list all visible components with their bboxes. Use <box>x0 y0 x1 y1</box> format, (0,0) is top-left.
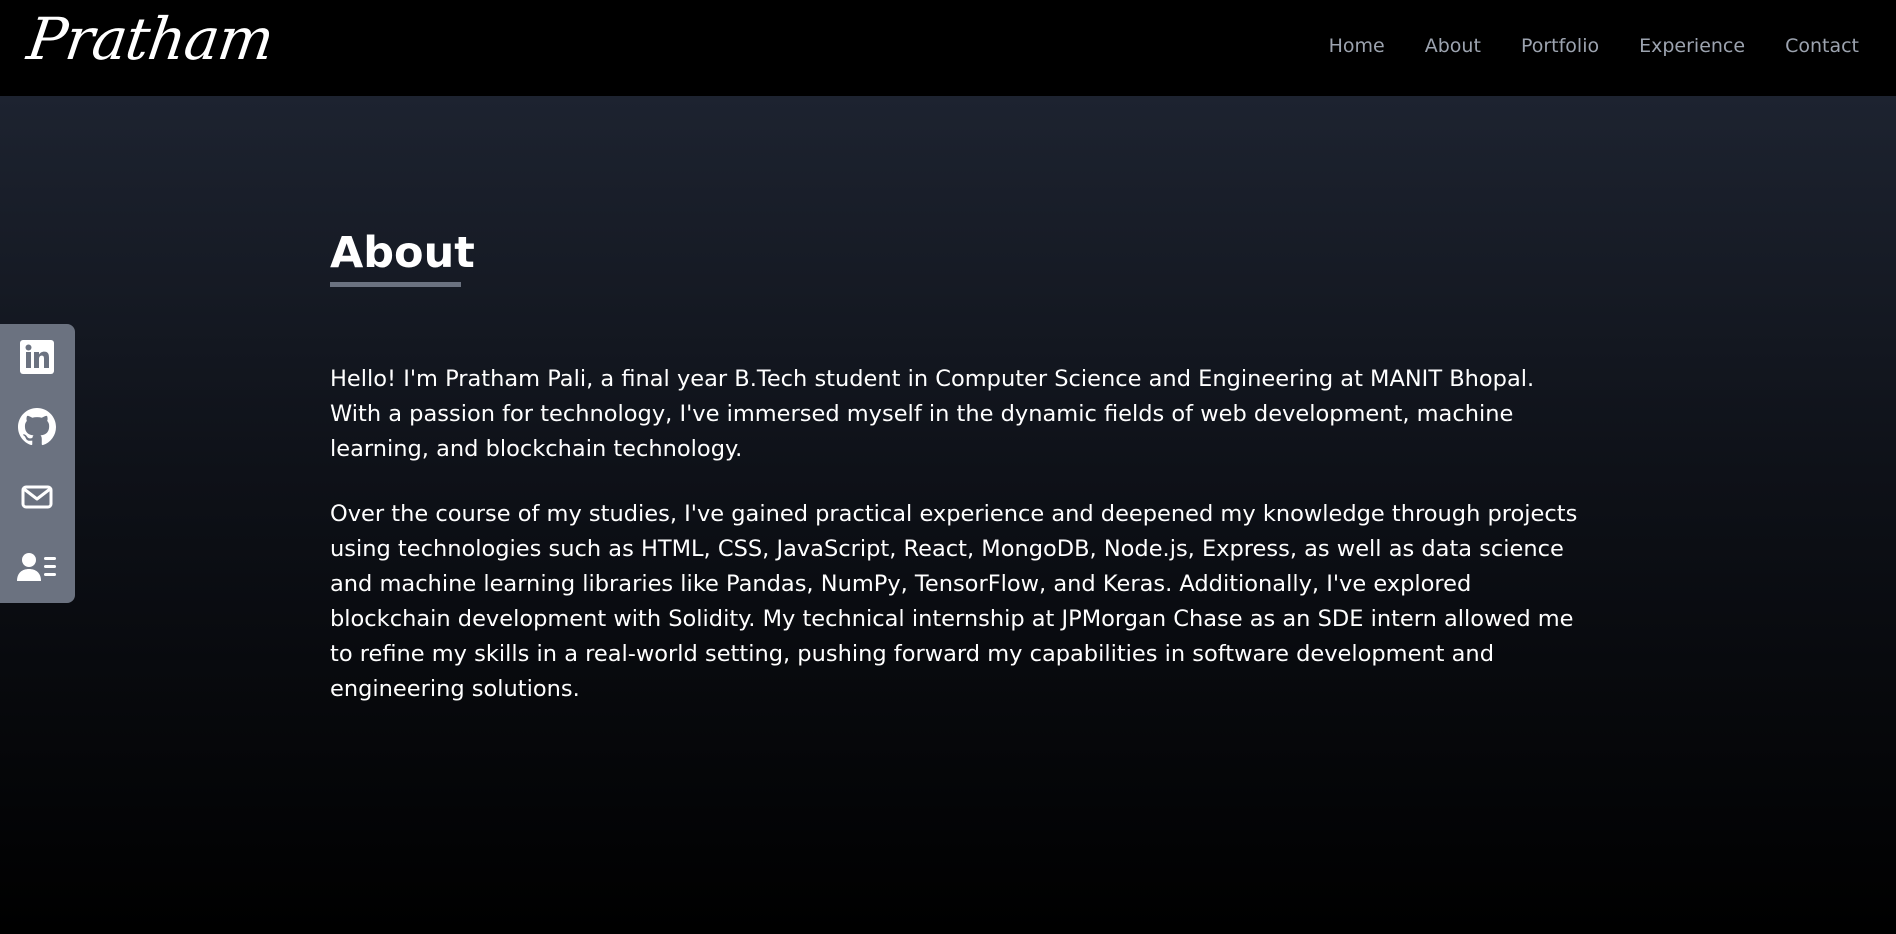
about-paragraph-intro: Hello! I'm Pratham Pali, a final year B.… <box>330 366 1535 462</box>
heading-underline <box>330 282 461 287</box>
site-logo[interactable]: Pratham <box>23 4 277 74</box>
linkedin-link[interactable] <box>17 339 57 379</box>
nav-contact-link[interactable]: Contact <box>1785 33 1859 59</box>
resume-link[interactable] <box>17 549 57 589</box>
resume-icon <box>17 549 57 589</box>
about-section: About Hello! I'm Pratham Pali, a final y… <box>0 96 1896 934</box>
social-links-bar <box>0 324 75 603</box>
navbar: Pratham Home About Portfolio Experience … <box>0 0 1896 96</box>
linkedin-icon <box>19 339 55 379</box>
mail-icon <box>20 480 54 518</box>
nav-experience-link[interactable]: Experience <box>1639 33 1745 59</box>
nav-about-link[interactable]: About <box>1425 33 1481 59</box>
about-heading: About <box>330 228 475 278</box>
main-nav: Home About Portfolio Experience Contact <box>1329 33 1859 59</box>
nav-portfolio-link[interactable]: Portfolio <box>1521 33 1599 59</box>
email-link[interactable] <box>17 479 57 519</box>
github-icon <box>18 408 56 450</box>
nav-home-link[interactable]: Home <box>1329 33 1385 59</box>
about-content: Hello! I'm Pratham Pali, a final year B.… <box>330 362 1590 737</box>
about-paragraph-experience: Over the course of my studies, I've gain… <box>330 501 1578 702</box>
github-link[interactable] <box>17 408 57 450</box>
